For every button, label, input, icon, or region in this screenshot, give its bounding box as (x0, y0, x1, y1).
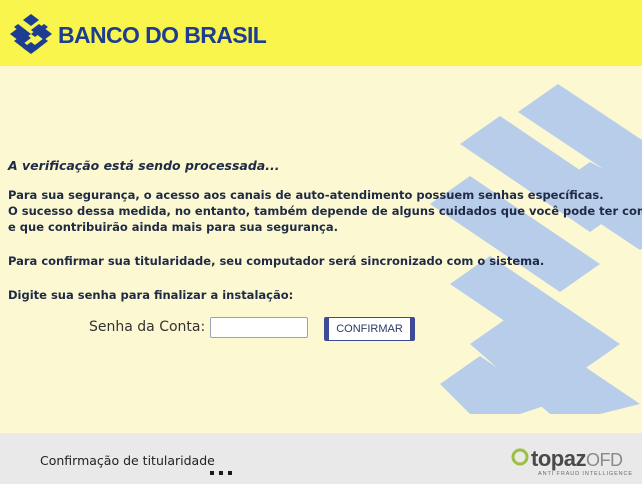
status-title: A verificação está sendo processada... (8, 158, 280, 173)
header-bar: BANCO DO BRASIL (0, 0, 642, 66)
footer-status-text: Confirmação de titularidade (40, 453, 215, 468)
confirm-button[interactable]: CONFIRMAR (324, 317, 415, 341)
topaz-ring-icon (511, 448, 529, 466)
banco-do-brasil-logo-icon (10, 14, 52, 54)
security-line-3: e que contribuirão ainda mais para sua s… (8, 220, 339, 234)
topaz-wordmark: topazOFD (531, 446, 623, 472)
password-label: Senha da Conta: (89, 319, 206, 335)
topaz-tagline: ANTI FRAUD INTELLIGENCE (538, 471, 633, 477)
security-line-1: Para sua segurança, o acesso aos canais … (8, 188, 604, 202)
loading-dots-icon (210, 460, 237, 479)
instruction-paragraph: Digite sua senha para finalizar a instal… (8, 288, 294, 302)
password-input[interactable] (210, 317, 308, 338)
topaz-brand-suffix: OFD (585, 450, 623, 470)
topaz-brand-name: topaz (531, 446, 586, 471)
footer-bar: Confirmação de titularidade topazOFD ANT… (0, 433, 642, 484)
sync-paragraph: Para confirmar sua titularidade, seu com… (8, 254, 545, 268)
logo-wordmark: BANCO DO BRASIL (58, 22, 267, 48)
security-line-2: O sucesso dessa medida, no entanto, tamb… (8, 204, 642, 218)
watermark-logo-icon (430, 84, 642, 414)
topaz-ofd-logo: topazOFD ANTI FRAUD INTELLIGENCE (511, 446, 632, 480)
security-paragraph: Para sua segurança, o acesso aos canais … (8, 187, 642, 235)
main-content: A verificação está sendo processada... P… (0, 66, 642, 433)
